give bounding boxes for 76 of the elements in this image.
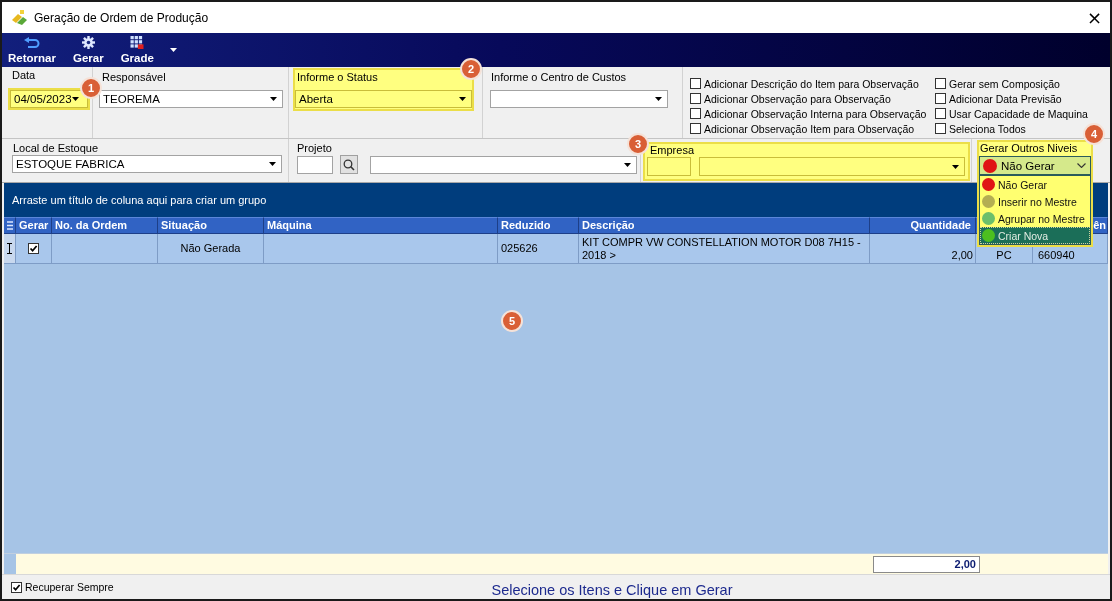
checkbox-label: Adicionar Observação Interna para Observação xyxy=(704,107,927,120)
checkbox-label: Seleciona Todos xyxy=(949,122,1026,135)
dropdown-option[interactable]: Inserir no Mestre xyxy=(980,193,1090,210)
checkbox-label: Adicionar Observação para Observação xyxy=(704,92,891,105)
field-label: Gerar Outros Niveis xyxy=(979,142,1079,155)
dropdown-option[interactable]: Agrupar no Mestre xyxy=(980,210,1090,227)
caret-icon[interactable] xyxy=(169,48,177,52)
toolbar-button[interactable]: Gerar xyxy=(69,33,107,66)
levels-dropdown[interactable]: Não Gerar xyxy=(979,156,1091,175)
status-message: Selecione os Itens e Clique em Gerar xyxy=(490,580,734,598)
cell-text: 2,00 xyxy=(951,249,973,262)
checkbox[interactable] xyxy=(935,93,946,104)
caret-icon[interactable] xyxy=(655,97,662,101)
gear-icon xyxy=(81,36,95,49)
caret-icon[interactable] xyxy=(71,97,79,101)
field-label: Data xyxy=(11,68,37,82)
checkbox-label: Adicionar Observação Item para Observação xyxy=(704,122,915,135)
cell-text: KIT COMPR VW CONSTELLATION MOTOR D08 7H15 - 2018 > xyxy=(582,236,862,262)
toolbar-button[interactable]: Retornar xyxy=(5,33,59,66)
checkbox[interactable] xyxy=(11,581,22,593)
checkbox[interactable] xyxy=(690,123,701,134)
window-icon xyxy=(11,10,28,25)
date-field[interactable]: 04/05/2023 xyxy=(10,90,88,108)
dropdown-option[interactable]: Criar Nova xyxy=(980,227,1090,244)
field-label: Local de Estoque xyxy=(12,141,99,155)
responsible-dropdown[interactable]: TEOREMA xyxy=(99,90,283,108)
checkbox[interactable] xyxy=(935,78,946,89)
checkbox[interactable] xyxy=(690,78,701,89)
text-cursor-icon xyxy=(7,243,12,254)
status-dropdown[interactable]: Aberta xyxy=(295,90,472,108)
step-number-marker: 4 xyxy=(1083,123,1105,145)
caret-icon[interactable] xyxy=(624,162,631,167)
chevron-down-icon[interactable] xyxy=(1077,163,1086,168)
return-arrow-icon xyxy=(23,37,40,49)
group-hint: Arraste um título de coluna aqui para criar um grupo xyxy=(12,194,267,206)
caret-icon[interactable] xyxy=(269,162,276,166)
column-header[interactable]: Máquina xyxy=(267,219,312,232)
field-label: Informe o Status xyxy=(296,70,379,84)
window-title: Geração de Ordem de Produção xyxy=(34,10,209,25)
field-label: Responsável xyxy=(101,70,167,84)
caret-icon[interactable] xyxy=(270,97,277,101)
step-number-marker: 1 xyxy=(80,77,102,99)
checkbox-label: Recuperar Sempre xyxy=(25,581,114,593)
field-label: Empresa xyxy=(649,144,696,157)
checkbox[interactable] xyxy=(28,243,39,254)
stock-location-dropdown[interactable]: ESTOQUE FABRICA xyxy=(12,155,282,173)
checkbox-label: Usar Capacidade de Maquina xyxy=(949,107,1088,120)
grid-icon xyxy=(130,36,145,49)
checkbox-label: Adicionar Data Previsão xyxy=(949,92,1062,105)
caret-icon[interactable] xyxy=(459,97,466,101)
total-field: 2,00 xyxy=(873,555,980,573)
list-icon[interactable] xyxy=(6,221,13,230)
cell-text: 025626 xyxy=(501,242,538,255)
field-label: Projeto xyxy=(297,141,333,155)
column-header[interactable]: ên xyxy=(1093,219,1106,232)
dropdown-option[interactable]: Não Gerar xyxy=(980,176,1090,193)
field-label: Informe o Centro de Custos xyxy=(490,70,628,84)
checkbox-label: Adicionar Descrição do Item para Observação xyxy=(704,77,919,90)
checkbox[interactable] xyxy=(935,108,946,119)
checkbox-label: Gerar sem Composição xyxy=(949,77,1060,90)
step-number-marker: 3 xyxy=(627,133,649,155)
cell-text: 660940 xyxy=(1038,249,1075,262)
column-header[interactable]: Descrição xyxy=(582,219,635,232)
project-code-field[interactable] xyxy=(297,155,333,174)
close-button[interactable]: × xyxy=(1082,7,1106,28)
toolbar-button[interactable]: Grade xyxy=(117,33,157,66)
checkbox[interactable] xyxy=(935,123,946,134)
step-number-marker: 5 xyxy=(501,310,523,332)
cell-text: PC xyxy=(996,249,1012,262)
checkbox[interactable] xyxy=(690,108,701,119)
cell-text: Não Gerada xyxy=(180,242,241,255)
checkbox[interactable] xyxy=(690,93,701,104)
caret-icon[interactable] xyxy=(952,164,959,169)
company-code-field[interactable] xyxy=(647,157,691,176)
search-button[interactable] xyxy=(340,155,358,174)
search-icon xyxy=(343,158,355,171)
